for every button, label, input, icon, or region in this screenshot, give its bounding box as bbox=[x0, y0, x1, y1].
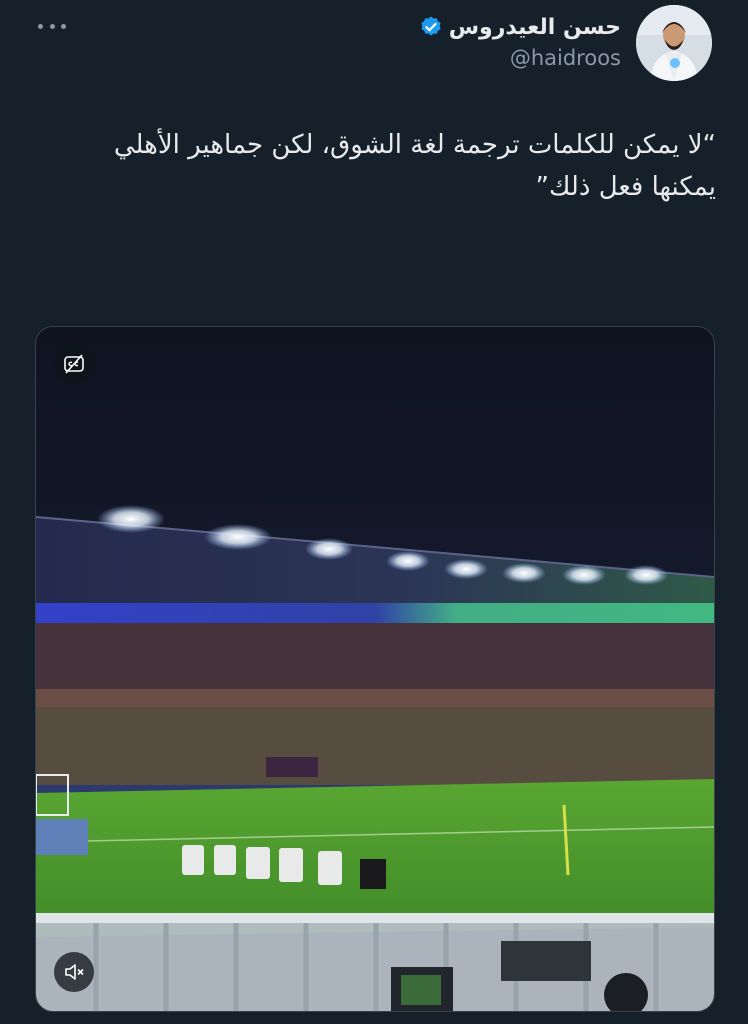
profile-photo-icon bbox=[636, 5, 712, 81]
more-options-button[interactable] bbox=[38, 16, 66, 36]
author-name-row: حسن العيدروس bbox=[419, 10, 621, 44]
verified-badge-icon bbox=[421, 16, 441, 36]
author-name[interactable]: حسن العيدروس bbox=[449, 15, 621, 40]
mute-button[interactable] bbox=[54, 952, 94, 992]
more-dot bbox=[49, 23, 55, 29]
stadium-video-frame bbox=[36, 327, 714, 1011]
avatar[interactable] bbox=[636, 5, 712, 81]
captions-off-icon bbox=[64, 354, 84, 374]
speaker-muted-icon bbox=[65, 964, 84, 980]
author-handle[interactable]: @haidroos bbox=[510, 46, 621, 70]
tweet-text: “لا يمكن للكلمات ترجمة لغة الشوق، لكن جم… bbox=[113, 130, 716, 202]
captions-button[interactable] bbox=[54, 344, 94, 384]
video-player[interactable] bbox=[35, 326, 715, 1012]
more-dot bbox=[61, 23, 66, 29]
more-dot bbox=[38, 23, 43, 29]
